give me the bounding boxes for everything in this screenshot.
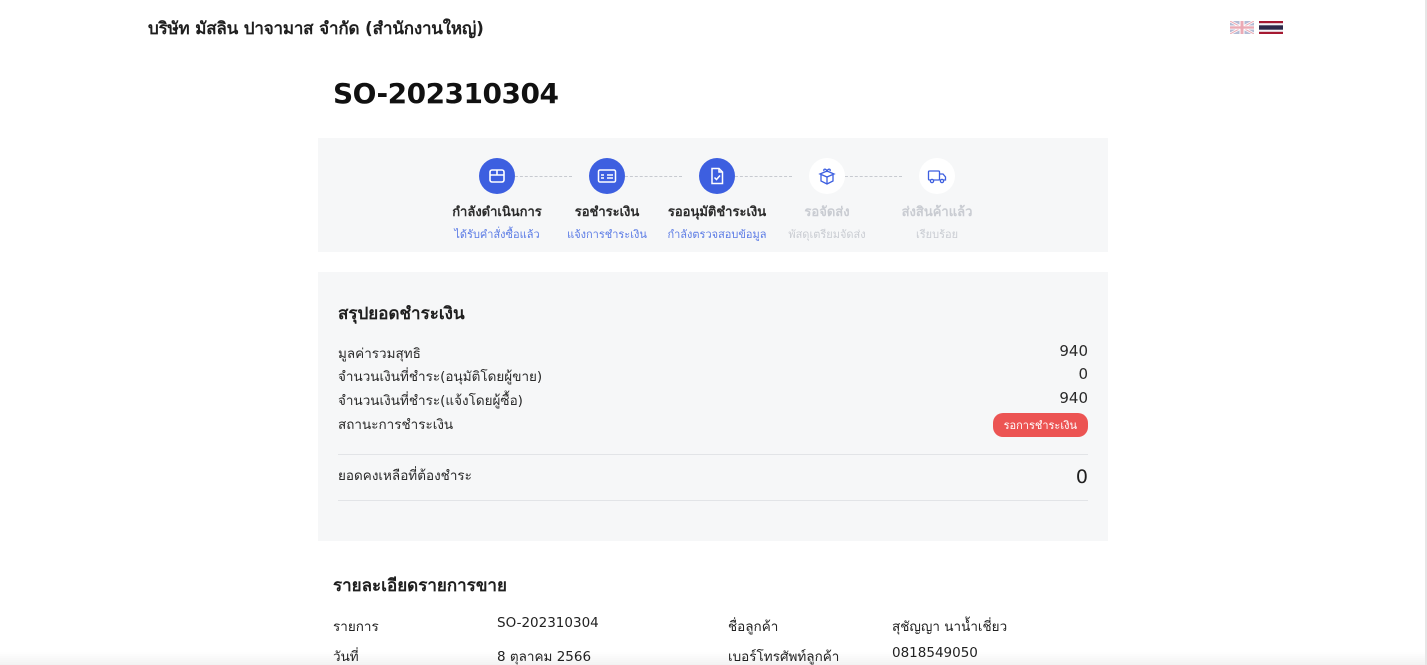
balance-due-label: ยอดคงเหลือที่ต้องชำระ <box>338 468 472 484</box>
summary-row-net-total: มูลค่ารวมสุทธิ 940 <box>338 342 1088 364</box>
payment-summary-card: สรุปยอดชำระเงิน มูลค่ารวมสุทธิ 940 จำนวน… <box>318 272 1108 541</box>
balance-due-value: 0 <box>1075 466 1088 488</box>
summary-label: มูลค่ารวมสุทธิ <box>338 346 421 362</box>
summary-row-paid-reported: จำนวนเงินที่ชำระ(แจ้งโดยผู้ซื้อ) 940 <box>338 389 1088 411</box>
step-title: รอจัดส่ง <box>804 205 850 220</box>
detail-label: รายการ <box>333 619 379 635</box>
sale-details-title: รายละเอียดรายการขาย <box>333 576 507 596</box>
status-step-shipped: ส่งสินค้าแล้ว เรียบร้อย <box>877 158 997 243</box>
summary-label: จำนวนเงินที่ชำระ(อนุมัติโดยผู้ขาย) <box>338 369 543 385</box>
step-title: ส่งสินค้าแล้ว <box>901 205 973 220</box>
step-circle <box>919 158 955 194</box>
language-switcher <box>1230 21 1283 34</box>
document-check-icon <box>711 167 724 185</box>
detail-value: SO-202310304 <box>497 615 599 631</box>
step-circle <box>589 158 625 194</box>
step-subtitle: เรียบร้อย <box>915 228 959 241</box>
summary-value: 0 <box>1078 365 1088 383</box>
step-subtitle: ได้รับคำสั่งซื้อแล้ว <box>454 228 540 241</box>
balance-due-row: ยอดคงเหลือที่ต้องชำระ 0 <box>338 464 1088 488</box>
order-status-tracker: กำลังดำเนินการ ได้รับคำสั่งซื้อแล้ว รอชำ… <box>318 138 1108 252</box>
summary-row-payment-status: สถานะการชำระเงิน รอการชำระเงิน <box>338 413 1088 437</box>
gift-box-icon <box>818 168 836 185</box>
status-step-awaiting-payment: รอชำระเงิน แจ้งการชำระเงิน <box>547 158 667 243</box>
top-bar: บริษัท มัสลิน ปาจามาส จำกัด (สำนักงานใหญ… <box>0 0 1427 56</box>
step-title: รออนุมัติชำระเงิน <box>667 205 767 220</box>
step-subtitle: กำลังตรวจสอบข้อมูล <box>667 228 767 241</box>
summary-value: 940 <box>1059 389 1088 407</box>
step-circle <box>809 158 845 194</box>
step-title: กำลังดำเนินการ <box>452 205 542 220</box>
status-step-processing: กำลังดำเนินการ ได้รับคำสั่งซื้อแล้ว <box>437 158 557 243</box>
delivery-truck-icon <box>927 170 947 184</box>
company-name: บริษัท มัสลิน ปาจามาส จำกัด (สำนักงานใหญ… <box>148 19 484 39</box>
uk-flag-icon[interactable] <box>1230 21 1254 34</box>
divider <box>338 454 1088 455</box>
summary-label: จำนวนเงินที่ชำระ(แจ้งโดยผู้ซื้อ) <box>338 393 523 409</box>
step-title: รอชำระเงิน <box>574 205 640 220</box>
detail-label: ชื่อลูกค้า <box>728 619 779 635</box>
payment-card-icon <box>597 169 617 183</box>
payment-status-badge: รอการชำระเงิน <box>992 413 1088 437</box>
detail-value: สุชัญญา นาน้ำเชี่ยว <box>892 619 1008 635</box>
step-subtitle: แจ้งการชำระเงิน <box>567 228 647 241</box>
order-number-title: SO-202310304 <box>333 77 559 110</box>
status-step-awaiting-shipment: รอจัดส่ง พัสดุเตรียมจัดส่ง <box>767 158 887 243</box>
summary-row-paid-approved: จำนวนเงินที่ชำระ(อนุมัติโดยผู้ขาย) 0 <box>338 365 1088 387</box>
summary-label: สถานะการชำระเงิน <box>338 417 454 433</box>
bottom-shadow <box>0 652 1425 665</box>
payment-summary-title: สรุปยอดชำระเงิน <box>338 304 465 324</box>
step-subtitle: พัสดุเตรียมจัดส่ง <box>788 228 866 241</box>
step-circle <box>479 158 515 194</box>
status-step-awaiting-approval: รออนุมัติชำระเงิน กำลังตรวจสอบข้อมูล <box>657 158 777 243</box>
divider <box>338 500 1088 501</box>
package-icon <box>489 169 505 183</box>
summary-value: 940 <box>1059 342 1088 360</box>
thai-flag-icon[interactable] <box>1259 21 1283 34</box>
step-circle <box>699 158 735 194</box>
